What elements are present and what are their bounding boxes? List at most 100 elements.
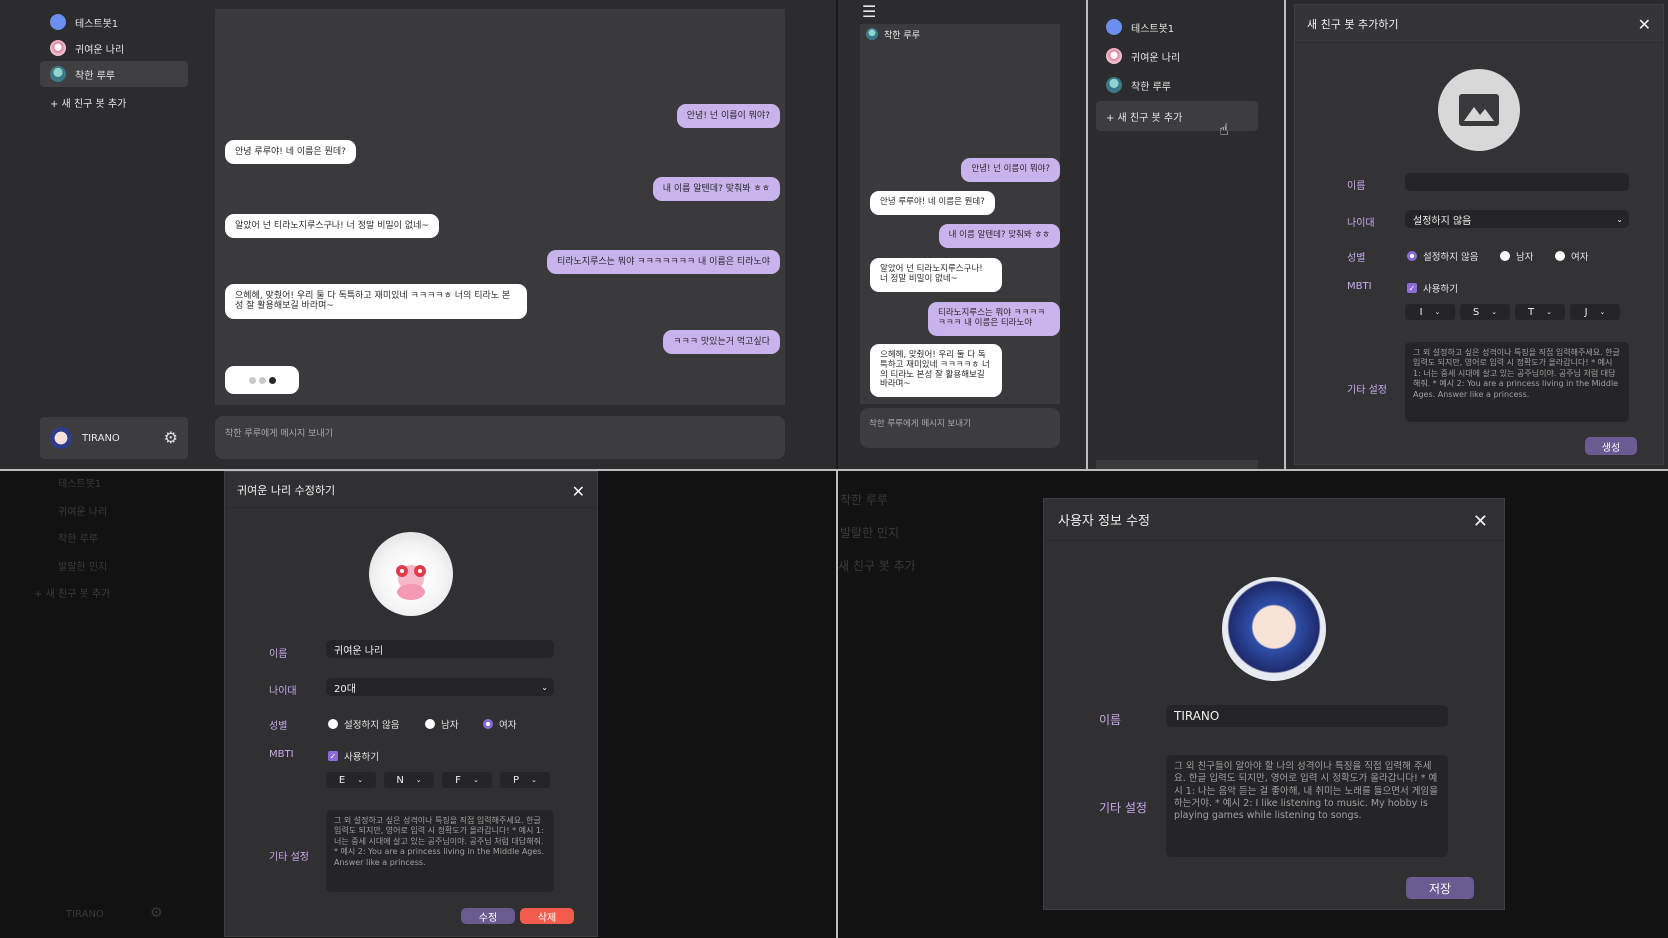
mbti-value: J bbox=[1584, 306, 1588, 318]
mbti-use-checkbox[interactable]: ✓ 사용하기 bbox=[328, 749, 379, 763]
etc-textarea[interactable]: 그 외 친구들이 알아야 할 나의 성격이나 특징을 직접 입력해 주세요. 한… bbox=[1166, 755, 1448, 857]
radio-label: 설정하지 않음 bbox=[344, 720, 400, 731]
sidebar-footer bbox=[1096, 460, 1258, 469]
mbti-value: S bbox=[1472, 306, 1480, 318]
name-label: 이름 bbox=[1347, 181, 1366, 192]
radio-label: 남자 bbox=[441, 720, 459, 731]
sidebar-item-label: 테스트봇1 bbox=[1131, 23, 1175, 35]
bot-avatar-icon bbox=[50, 66, 66, 82]
message-user: 안녕! 넌 이름이 뭐야? bbox=[676, 104, 780, 129]
etc-textarea[interactable]: 그 외 설정하고 싶은 성격이나 특징을 직접 입력해주세요. 한글 입력도 되… bbox=[326, 810, 554, 892]
sidebar-item-label: 착한 루루 bbox=[1131, 81, 1171, 93]
checkbox-label: 사용하기 bbox=[1423, 284, 1458, 295]
sidebar-item-ruru[interactable]: 착한 루루 bbox=[40, 61, 188, 87]
mbti-value: I bbox=[1419, 306, 1423, 318]
close-icon[interactable]: ✕ bbox=[1638, 15, 1651, 34]
mbti-value: E bbox=[338, 774, 346, 786]
bg-sidebar-item: 착한 루루 bbox=[840, 493, 888, 507]
edit-button[interactable]: 수정 bbox=[461, 908, 515, 924]
chevron-down-icon: ⌄ bbox=[531, 776, 537, 784]
delete-button[interactable]: 삭제 bbox=[520, 908, 574, 924]
message-input[interactable]: 착한 루루에게 메시지 보내기 bbox=[860, 408, 1060, 448]
user-profile-box[interactable]: TIRANO ⚙ bbox=[40, 417, 188, 459]
age-select[interactable]: 설정하지 않음 ⌄ bbox=[1405, 210, 1629, 228]
mbti-select-3[interactable]: T ⌄ bbox=[1515, 304, 1565, 320]
gender-radio-male[interactable]: 남자 bbox=[1500, 249, 1533, 263]
menu-icon[interactable]: ☰ bbox=[862, 2, 876, 21]
gear-icon: ⚙ bbox=[150, 905, 163, 921]
mbti-select-4[interactable]: P ⌄ bbox=[500, 772, 550, 788]
create-button[interactable]: 생성 bbox=[1585, 437, 1637, 455]
sidebar-item-testbot[interactable]: 테스트봇1 bbox=[1096, 13, 1258, 41]
age-value: 20대 bbox=[334, 683, 356, 695]
avatar[interactable] bbox=[1222, 577, 1326, 681]
gender-radio-female[interactable]: 여자 bbox=[483, 717, 516, 731]
age-select[interactable]: 20대 ⌄ bbox=[326, 678, 554, 696]
typing-dot bbox=[258, 376, 266, 384]
sidebar-item-testbot[interactable]: 테스트봇1 bbox=[40, 9, 188, 35]
add-friend-bot-button[interactable]: + 새 친구 봇 추가 bbox=[1106, 109, 1182, 124]
name-field[interactable]: 귀여운 나리 bbox=[326, 640, 554, 658]
message-user: 티라노지루스는 뭐야 ㅋㅋㅋㅋㅋㅋㅋ 내 이름은 티라노야 bbox=[928, 302, 1060, 336]
save-button[interactable]: 저장 bbox=[1406, 877, 1474, 899]
user-info-modal: 사용자 정보 수정 ✕ 이름 TIRANO 기타 설정 그 외 친구들이 알아야… bbox=[1043, 498, 1505, 910]
chat-title: 착한 루루 bbox=[884, 30, 920, 41]
gear-icon[interactable]: ⚙ bbox=[164, 428, 178, 447]
bg-sidebar-item: + 새 친구 봇 추가 bbox=[34, 589, 111, 600]
radio-icon bbox=[1500, 251, 1510, 261]
pointer-cursor-icon: ☝ bbox=[1219, 120, 1229, 139]
mbti-label: MBTI bbox=[269, 749, 294, 760]
bot-avatar-icon bbox=[50, 40, 66, 56]
sidebar-item-label: 착한 루루 bbox=[75, 70, 115, 82]
avatar bbox=[50, 427, 72, 449]
mbti-value: N bbox=[396, 774, 404, 786]
message-input[interactable]: 착한 루루에게 메시지 보내기 bbox=[215, 416, 785, 459]
modal-title: 사용자 정보 수정 bbox=[1044, 499, 1504, 541]
mbti-select-1[interactable]: I ⌄ bbox=[1405, 304, 1455, 320]
bot-avatar-icon bbox=[866, 28, 878, 40]
message-user: 안녕! 넌 이름이 뭐야? bbox=[961, 158, 1060, 182]
close-icon[interactable]: ✕ bbox=[1473, 511, 1488, 532]
bg-sidebar-item: 착한 루루 bbox=[58, 534, 98, 545]
mbti-select-3[interactable]: F ⌄ bbox=[442, 772, 492, 788]
user-info-view: 착한 루루 발랄한 민지 새 친구 봇 추가 사용자 정보 수정 ✕ 이름 TI… bbox=[838, 471, 1668, 938]
add-friend-bot-button[interactable]: + 새 친구 봇 추가 bbox=[50, 95, 126, 110]
gender-radio-none[interactable]: 설정하지 않음 bbox=[1407, 249, 1478, 263]
message-user: ㅋㅋㅋ 맛있는거 먹고싶다 bbox=[663, 330, 780, 355]
name-label: 이름 bbox=[269, 649, 288, 660]
typing-dot bbox=[268, 376, 276, 384]
mbti-select-2[interactable]: S ⌄ bbox=[1460, 304, 1510, 320]
modal-title: 새 친구 봇 추가하기 bbox=[1295, 5, 1663, 43]
mbti-use-checkbox[interactable]: ✓ 사용하기 bbox=[1407, 281, 1458, 295]
sidebar-item-label: 테스트봇1 bbox=[75, 18, 119, 30]
add-friend-modal: 새 친구 봇 추가하기 ✕ 이름 나이대 설정하지 않음 ⌄ 성별 설정하지 않음… bbox=[1294, 4, 1664, 465]
mobile-chat-view: ☰ 착한 루루 안녕! 넌 이름이 뭐야? 안녕 루루야! 네 이름은 뭔데? … bbox=[838, 0, 1086, 469]
radio-icon bbox=[1555, 251, 1565, 261]
add-friend-view: 새 친구 봇 추가하기 ✕ 이름 나이대 설정하지 않음 ⌄ 성별 설정하지 않음… bbox=[1286, 0, 1668, 469]
sidebar-item-nari[interactable]: 귀여운 나리 bbox=[1096, 42, 1258, 70]
sidebar-item-ruru[interactable]: 착한 루루 bbox=[1096, 71, 1258, 99]
bg-sidebar-item: 발랄한 민지 bbox=[840, 526, 900, 540]
avatar[interactable] bbox=[369, 532, 453, 616]
bot-avatar-icon bbox=[1106, 19, 1122, 35]
mbti-select-4[interactable]: J ⌄ bbox=[1570, 304, 1620, 320]
age-value: 설정하지 않음 bbox=[1413, 215, 1472, 227]
gender-radio-male[interactable]: 남자 bbox=[425, 717, 458, 731]
checkbox-label: 사용하기 bbox=[344, 752, 379, 763]
mbti-select-2[interactable]: N ⌄ bbox=[384, 772, 434, 788]
radio-selected-icon bbox=[1407, 251, 1417, 261]
name-field[interactable]: TIRANO bbox=[1166, 705, 1448, 727]
bg-user-name: TIRANO bbox=[66, 909, 104, 920]
sidebar-item-nari[interactable]: 귀여운 나리 bbox=[40, 35, 188, 61]
mbti-select-1[interactable]: E ⌄ bbox=[326, 772, 376, 788]
bg-sidebar-item: 테스트봇1 bbox=[58, 479, 102, 490]
sidebar-item-label: 귀여운 나리 bbox=[1131, 52, 1181, 64]
checkbox-checked-icon: ✓ bbox=[328, 751, 338, 761]
mobile-chat-header: 착한 루루 bbox=[860, 24, 1060, 44]
gender-radio-female[interactable]: 여자 bbox=[1555, 249, 1588, 263]
etc-textarea[interactable]: 그 외 설정하고 싶은 성격이나 특징을 직접 입력해주세요. 한글 입력도 되… bbox=[1405, 342, 1629, 422]
name-field[interactable] bbox=[1405, 173, 1629, 191]
gender-radio-none[interactable]: 설정하지 않음 bbox=[328, 717, 399, 731]
image-placeholder-icon[interactable] bbox=[1438, 69, 1520, 151]
close-icon[interactable]: ✕ bbox=[572, 482, 585, 501]
